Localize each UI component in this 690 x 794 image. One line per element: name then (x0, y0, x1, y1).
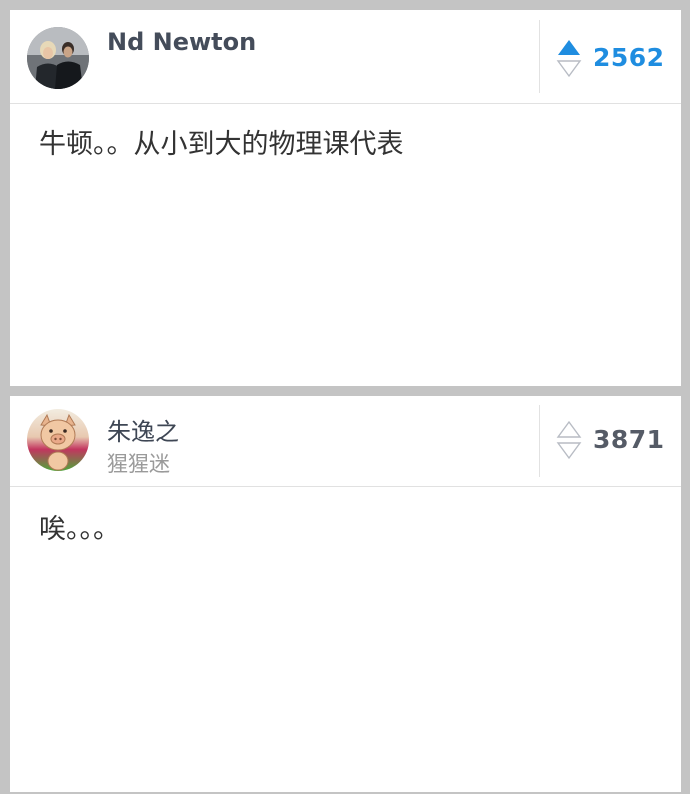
avatar[interactable] (27, 409, 89, 471)
answer-header: 朱逸之 猩猩迷 3871 (10, 396, 681, 487)
upvote-arrow-icon (558, 40, 580, 55)
vote-arrows[interactable] (556, 38, 582, 78)
vote-divider (539, 20, 540, 93)
author-name[interactable]: Nd Newton (107, 28, 256, 56)
author-bio: 猩猩迷 (107, 452, 170, 476)
downvote-arrow-icon (556, 442, 582, 460)
vote-count: 2562 (593, 43, 665, 72)
vote-divider (539, 405, 540, 477)
avatar[interactable] (27, 27, 89, 89)
vote-arrows[interactable] (556, 420, 582, 460)
vote-count: 3871 (593, 425, 665, 454)
answer-content[interactable]: 唉。。。 (39, 512, 661, 547)
answer-card[interactable]: 朱逸之 猩猩迷 3871 唉。。。 (10, 396, 681, 792)
answer-content[interactable]: 牛顿。。从小到大的物理课代表 (39, 127, 661, 162)
answer-header: Nd Newton 2562 (10, 10, 681, 104)
author-name[interactable]: 朱逸之 (107, 412, 179, 447)
vote-area: 2562 (550, 10, 681, 103)
upvote-arrow-icon (556, 420, 582, 438)
downvote-arrow-icon (556, 60, 582, 78)
answer-card[interactable]: Nd Newton 2562 牛顿。。从小到大的物理课代表 (10, 10, 681, 386)
vote-area: 3871 (550, 396, 681, 486)
